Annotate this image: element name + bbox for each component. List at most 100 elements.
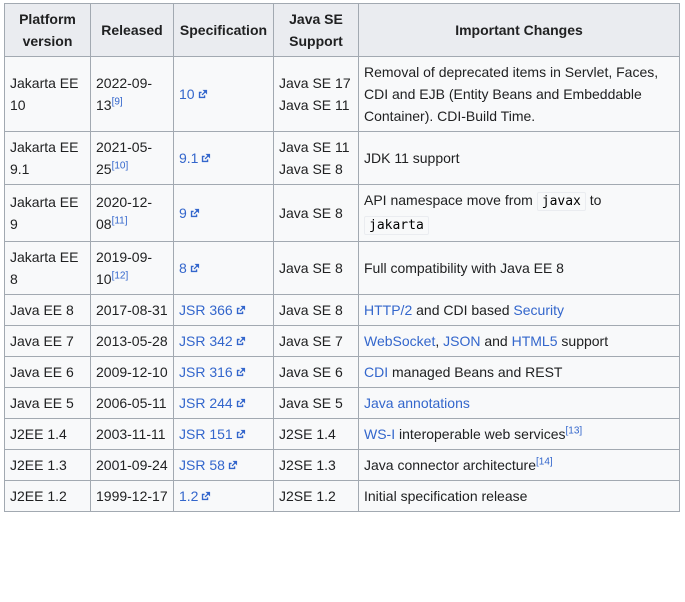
java-annotations-link[interactable]: Java annotations [364, 395, 470, 411]
json-link[interactable]: JSON [443, 333, 480, 349]
websocket-link[interactable]: WebSocket [364, 333, 435, 349]
cdi-link[interactable]: CDI [364, 364, 388, 380]
external-link-icon [235, 429, 246, 440]
important-changes-cell: JDK 11 support [358, 131, 680, 185]
table-row: Java EE 5 2006-05-11 JSR 244 Java SE 5 J… [4, 387, 680, 419]
java-se-support-cell: Java SE 7 [273, 325, 359, 357]
table-row: Java EE 8 2017-08-31 JSR 366 Java SE 8 H… [4, 294, 680, 326]
ws-i-link[interactable]: WS-I [364, 426, 395, 442]
header-released: Released [90, 3, 174, 57]
java-se-support-cell: Java SE 5 [273, 387, 359, 419]
external-link-icon [200, 153, 211, 164]
java-ee-versions-table: Platform version Released Specification J… [4, 3, 680, 512]
java-se-support-cell: J2SE 1.3 [273, 449, 359, 481]
java-se-support-cell: Java SE 8 [273, 184, 359, 242]
platform-version-cell: J2EE 1.2 [4, 480, 91, 512]
platform-version-cell: Jakarta EE 9.1 [4, 131, 91, 185]
specification-cell: 10 [173, 56, 274, 132]
citation-link[interactable]: [13] [566, 425, 583, 436]
table-row: J2EE 1.4 2003-11-11 JSR 151 J2SE 1.4 WS-… [4, 418, 680, 450]
table-row: Jakarta EE 8 2019-09-10[12] 8 Java SE 8 … [4, 241, 680, 295]
platform-version-cell: Jakarta EE 9 [4, 184, 91, 242]
external-link-icon [189, 263, 200, 274]
specification-cell: JSR 342 [173, 325, 274, 357]
citation-link[interactable]: [9] [112, 96, 123, 107]
table-row: Java EE 6 2009-12-10 JSR 316 Java SE 6 C… [4, 356, 680, 388]
platform-version-cell: Java EE 6 [4, 356, 91, 388]
released-cell: 2021-05-25[10] [90, 131, 174, 185]
specification-cell: 8 [173, 241, 274, 295]
platform-version-cell: Java EE 5 [4, 387, 91, 419]
html5-link[interactable]: HTML5 [512, 333, 558, 349]
important-changes-cell: API namespace move from javax to jakarta [358, 184, 680, 242]
header-important-changes: Important Changes [358, 3, 680, 57]
external-link-icon [235, 305, 246, 316]
specification-link[interactable]: JSR 58 [179, 457, 238, 473]
released-cell: 2009-12-10 [90, 356, 174, 388]
specification-cell: 9 [173, 184, 274, 242]
table-row: Java EE 7 2013-05-28 JSR 342 Java SE 7 W… [4, 325, 680, 357]
external-link-icon [227, 460, 238, 471]
platform-version-cell: Jakarta EE 8 [4, 241, 91, 295]
external-link-icon [235, 367, 246, 378]
released-cell: 2001-09-24 [90, 449, 174, 481]
important-changes-cell: Full compatibility with Java EE 8 [358, 241, 680, 295]
specification-link[interactable]: 8 [179, 260, 200, 276]
specification-cell: JSR 244 [173, 387, 274, 419]
citation-link[interactable]: [12] [112, 270, 129, 281]
important-changes-cell: Java connector architecture[14] [358, 449, 680, 481]
specification-link[interactable]: 10 [179, 86, 208, 102]
table-row: J2EE 1.3 2001-09-24 JSR 58 J2SE 1.3 Java… [4, 449, 680, 481]
released-cell: 2019-09-10[12] [90, 241, 174, 295]
table-row: Jakarta EE 9.1 2021-05-25[10] 9.1 Java S… [4, 131, 680, 185]
specification-link[interactable]: JSR 316 [179, 364, 246, 380]
important-changes-cell: Initial specification release [358, 480, 680, 512]
java-se-support-cell: Java SE 8 [273, 294, 359, 326]
platform-version-cell: Java EE 7 [4, 325, 91, 357]
specification-cell: JSR 151 [173, 418, 274, 450]
external-link-icon [189, 208, 200, 219]
external-link-icon [200, 491, 211, 502]
specification-link[interactable]: 1.2 [179, 488, 211, 504]
java-se-support-cell: J2SE 1.2 [273, 480, 359, 512]
security-link[interactable]: Security [513, 302, 564, 318]
platform-version-cell: Java EE 8 [4, 294, 91, 326]
header-row: Platform version Released Specification J… [4, 3, 680, 57]
external-link-icon [235, 336, 246, 347]
citation-link[interactable]: [14] [536, 456, 553, 467]
specification-link[interactable]: JSR 151 [179, 426, 246, 442]
released-cell: 2022-09-13[9] [90, 56, 174, 132]
header-platform-version: Platform version [4, 3, 91, 57]
java-se-support-cell: Java SE 8 [273, 241, 359, 295]
code-jakarta: jakarta [364, 216, 429, 235]
table-row: Jakarta EE 10 2022-09-13[9] 10 Java SE 1… [4, 56, 680, 132]
specification-link[interactable]: 9.1 [179, 150, 211, 166]
important-changes-cell: Removal of deprecated items in Servlet, … [358, 56, 680, 132]
platform-version-cell: J2EE 1.4 [4, 418, 91, 450]
platform-version-cell: Jakarta EE 10 [4, 56, 91, 132]
java-se-support-cell: Java SE 17 Java SE 11 [273, 56, 359, 132]
header-specification: Specification [173, 3, 274, 57]
code-javax: javax [536, 192, 586, 211]
specification-cell: JSR 316 [173, 356, 274, 388]
http2-link[interactable]: HTTP/2 [364, 302, 412, 318]
released-cell: 1999-12-17 [90, 480, 174, 512]
specification-link[interactable]: JSR 366 [179, 302, 246, 318]
java-se-support-cell: Java SE 11 Java SE 8 [273, 131, 359, 185]
important-changes-cell: WebSocket, JSON and HTML5 support [358, 325, 680, 357]
specification-cell: JSR 58 [173, 449, 274, 481]
table-row: Jakarta EE 9 2020-12-08[11] 9 Java SE 8 … [4, 184, 680, 242]
specification-link[interactable]: JSR 342 [179, 333, 246, 349]
citation-link[interactable]: [11] [112, 215, 128, 226]
external-link-icon [235, 398, 246, 409]
citation-link[interactable]: [10] [112, 160, 129, 171]
released-cell: 2003-11-11 [90, 418, 174, 450]
specification-cell: 1.2 [173, 480, 274, 512]
released-cell: 2017-08-31 [90, 294, 174, 326]
java-se-support-cell: Java SE 6 [273, 356, 359, 388]
important-changes-cell: HTTP/2 and CDI based Security [358, 294, 680, 326]
specification-link[interactable]: JSR 244 [179, 395, 246, 411]
specification-cell: JSR 366 [173, 294, 274, 326]
specification-cell: 9.1 [173, 131, 274, 185]
specification-link[interactable]: 9 [179, 205, 200, 221]
